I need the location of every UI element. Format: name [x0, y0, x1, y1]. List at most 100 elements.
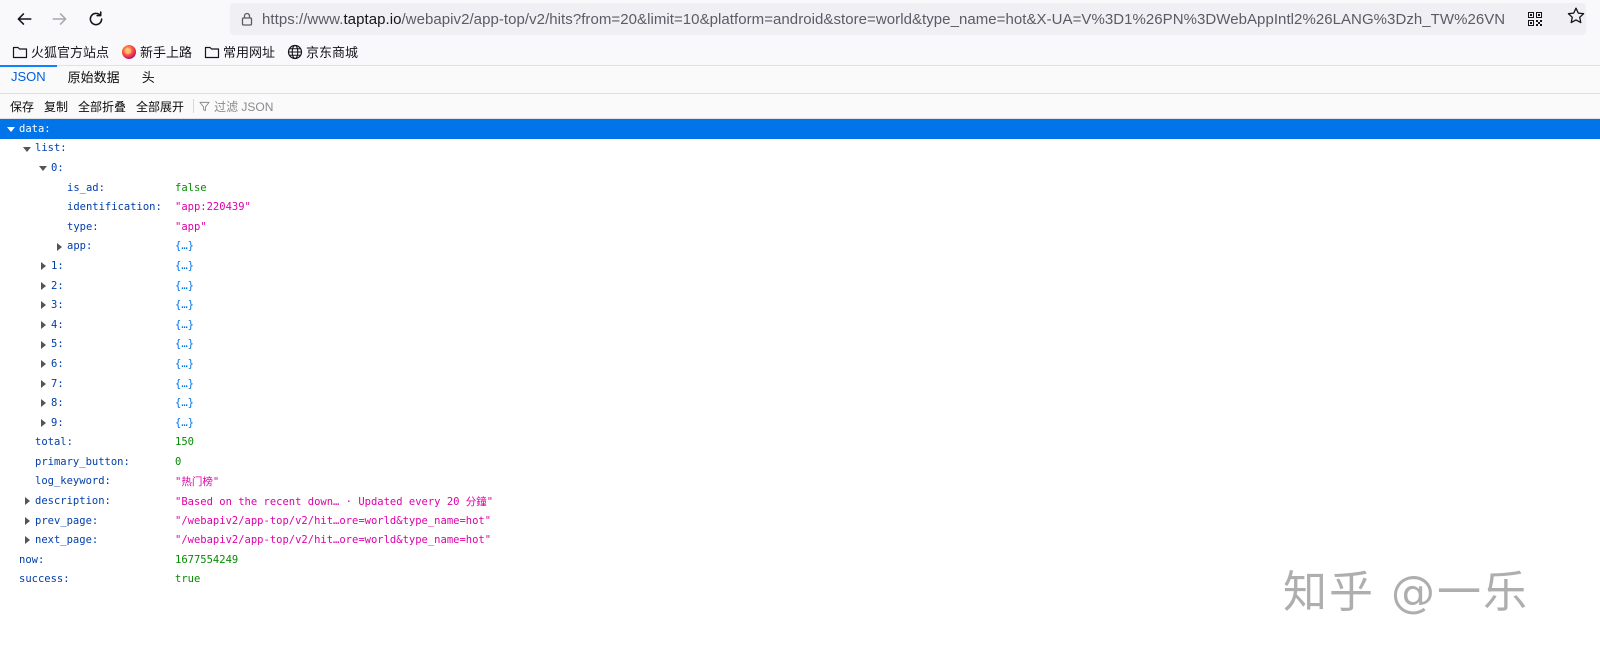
arrow-right-icon [52, 13, 67, 25]
collapse-all-button[interactable]: 全部折叠 [73, 98, 131, 115]
collapsed-arrow-icon[interactable] [22, 516, 32, 526]
collapsed-arrow-icon[interactable] [38, 418, 48, 428]
collapsed-arrow-icon[interactable] [22, 496, 32, 506]
tree-row[interactable]: identification: "app:220439" [0, 197, 1600, 217]
tree-row[interactable]: next_page: "/webapiv2/app-top/v2/hit…ore=… [0, 530, 1600, 550]
tree-key: 9: [51, 416, 64, 429]
tree-value: {…} [175, 338, 194, 351]
tree-key: now: [19, 553, 45, 566]
tree-row[interactable]: 9: {…} [0, 413, 1600, 433]
url-scheme: https://www. [262, 10, 344, 28]
tree-key: type: [67, 220, 99, 233]
tree-row[interactable]: primary_button: 0 [0, 452, 1600, 472]
bookmark-label: 新手上路 [140, 45, 193, 60]
json-viewer-tabs: JSON 原始数据 头 [0, 65, 1600, 94]
json-tree: data: list: 0: is_ad: false identification: "a… [0, 119, 1600, 589]
tree-key: primary_button: [35, 455, 130, 468]
bookmark-label: 京东商城 [306, 45, 359, 60]
tree-row[interactable]: log_keyword: "热门榜" [0, 472, 1600, 492]
tree-row[interactable]: 0: [0, 158, 1600, 178]
tree-row[interactable]: 4: {…} [0, 315, 1600, 335]
tree-key: list: [35, 142, 67, 155]
reload-button[interactable] [78, 4, 114, 34]
tree-value: "热门榜" [175, 475, 220, 488]
tree-key: 5: [51, 338, 64, 351]
tree-key: log_keyword: [35, 475, 111, 488]
tree-value: {…} [175, 377, 194, 390]
forward-button[interactable] [42, 4, 78, 34]
filter-json-input[interactable]: 过滤 JSON [199, 98, 273, 115]
collapsed-arrow-icon[interactable] [38, 261, 48, 271]
tree-value: 0 [175, 455, 182, 468]
copy-button[interactable]: 复制 [39, 98, 73, 115]
tree-key: 8: [51, 397, 64, 410]
tree-value: {…} [175, 357, 194, 370]
reload-icon [89, 11, 103, 26]
tree-value: {…} [175, 279, 194, 292]
tree-value: 150 [175, 436, 194, 449]
tree-row[interactable]: app: {…} [0, 237, 1600, 257]
tree-key: success: [19, 573, 70, 586]
tab-json[interactable]: JSON [0, 65, 57, 93]
tree-value: false [175, 181, 207, 194]
tree-key: identification: [67, 201, 162, 214]
tree-row[interactable]: 8: {…} [0, 393, 1600, 413]
tree-value: {…} [175, 299, 194, 312]
json-toolbar: 保存 复制 全部折叠 全部展开 过滤 JSON [0, 94, 1600, 119]
expanded-arrow-icon[interactable] [22, 144, 32, 154]
expand-all-button[interactable]: 全部展开 [131, 98, 189, 115]
tree-key: 2: [51, 279, 64, 292]
collapsed-arrow-icon[interactable] [54, 242, 64, 252]
tab-raw-data[interactable]: 原始数据 [57, 65, 131, 93]
tab-headers[interactable]: 头 [131, 65, 166, 93]
tree-row[interactable]: list: [0, 139, 1600, 159]
tree-value: "/webapiv2/app-top/v2/hit…ore=world&type… [175, 534, 492, 547]
bookmark-item[interactable]: 新手上路 [121, 42, 192, 61]
tree-value: {…} [175, 416, 194, 429]
url-host: taptap.io [343, 10, 402, 28]
filter-placeholder: 过滤 JSON [214, 99, 274, 114]
tree-value: "/webapiv2/app-top/v2/hit…ore=world&type… [175, 514, 492, 527]
tree-key: app: [67, 240, 93, 253]
collapsed-arrow-icon[interactable] [22, 535, 32, 545]
collapsed-arrow-icon[interactable] [38, 379, 48, 389]
tree-row[interactable]: type: "app" [0, 217, 1600, 237]
bookmark-item[interactable]: 京东商城 [287, 42, 358, 61]
collapsed-arrow-icon[interactable] [38, 340, 48, 350]
url-text[interactable]: https://www.taptap.io/webapiv2/app-top/v… [262, 11, 1522, 28]
tree-row[interactable]: 1: {…} [0, 256, 1600, 276]
tree-value: "Based on the recent down… · Updated eve… [175, 495, 494, 508]
filter-icon [199, 101, 210, 111]
tree-row[interactable]: description: "Based on the recent down… ·… [0, 491, 1600, 511]
qr-code-icon[interactable] [1528, 12, 1542, 26]
tree-value: {…} [175, 318, 194, 331]
lock-icon[interactable] [232, 11, 262, 27]
tree-row[interactable]: 5: {…} [0, 335, 1600, 355]
tree-value: "app:220439" [175, 201, 251, 214]
tree-row[interactable]: 3: {…} [0, 295, 1600, 315]
tree-row[interactable]: 6: {…} [0, 354, 1600, 374]
collapsed-arrow-icon[interactable] [38, 320, 48, 330]
tree-row[interactable]: 7: {…} [0, 374, 1600, 394]
back-button[interactable] [6, 4, 42, 34]
tree-key: data: [19, 122, 51, 135]
bookmark-item[interactable]: 火狐官方站点 [12, 42, 109, 61]
tree-row[interactable]: data: [0, 119, 1600, 139]
expanded-arrow-icon[interactable] [38, 163, 48, 173]
tree-row[interactable]: 2: {…} [0, 276, 1600, 296]
tree-key: description: [35, 495, 111, 508]
save-button[interactable]: 保存 [5, 98, 39, 115]
collapsed-arrow-icon[interactable] [38, 359, 48, 369]
bookmark-item[interactable]: 常用网址 [204, 42, 275, 61]
navigation-toolbar: https://www.taptap.io/webapiv2/app-top/v… [0, 0, 1600, 38]
url-bar[interactable]: https://www.taptap.io/webapiv2/app-top/v… [230, 3, 1586, 35]
collapsed-arrow-icon[interactable] [38, 300, 48, 310]
collapsed-arrow-icon[interactable] [38, 281, 48, 291]
tree-row[interactable]: prev_page: "/webapiv2/app-top/v2/hit…ore=… [0, 511, 1600, 531]
collapsed-arrow-icon[interactable] [38, 398, 48, 408]
tree-row[interactable]: total: 150 [0, 433, 1600, 453]
bookmark-star-icon[interactable] [1566, 6, 1586, 26]
tree-row[interactable]: is_ad: false [0, 178, 1600, 198]
expanded-arrow-icon[interactable] [6, 124, 16, 134]
tree-value: true [175, 573, 201, 586]
